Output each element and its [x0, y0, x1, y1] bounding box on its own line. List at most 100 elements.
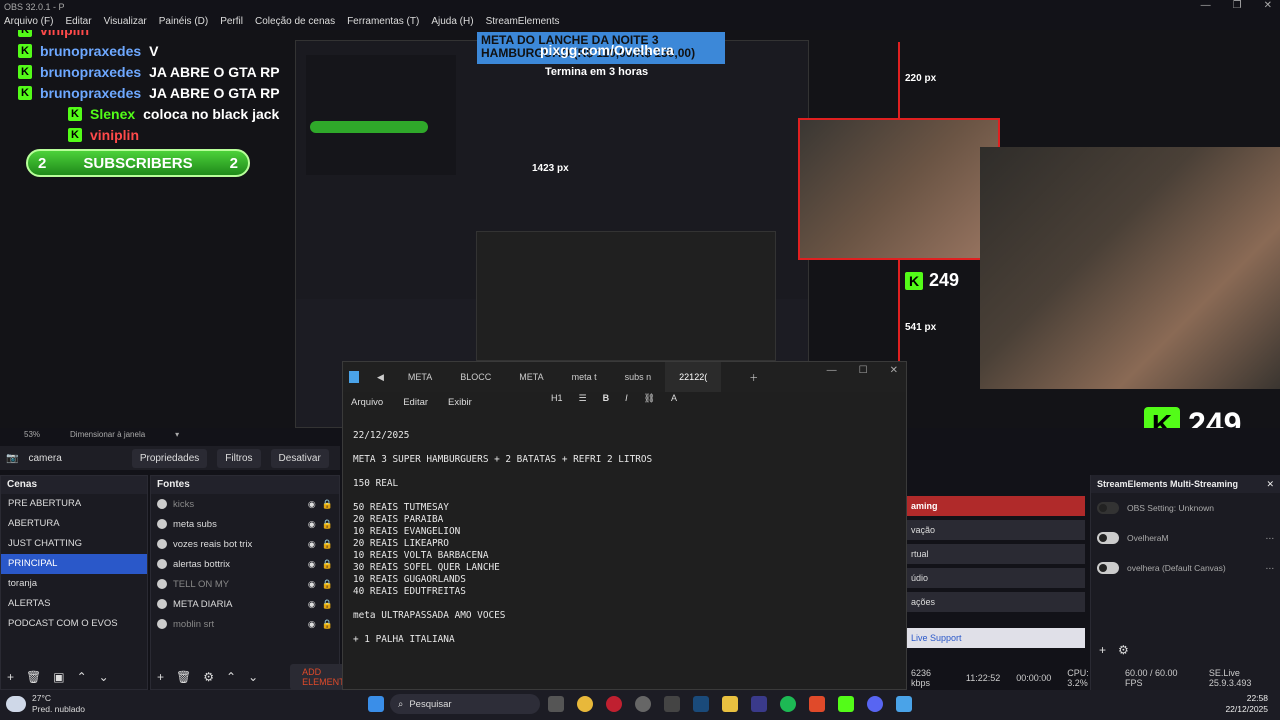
filters-button[interactable]: Filtros: [217, 448, 261, 468]
kick-app-icon[interactable]: [838, 696, 854, 712]
scene-item[interactable]: ABERTURA: [1, 514, 147, 534]
live-support-button[interactable]: Live Support: [905, 628, 1085, 648]
source-item[interactable]: moblin srt ◉ 🔒: [151, 614, 339, 634]
lock-icon[interactable]: 🔒: [322, 619, 333, 630]
visibility-eye-icon[interactable]: ◉: [308, 499, 316, 510]
notepad-tab[interactable]: 22122(: [665, 362, 722, 392]
deactivate-button[interactable]: Desativar: [270, 448, 329, 468]
minimize-icon[interactable]: —: [827, 365, 837, 376]
app-icon[interactable]: [751, 696, 767, 712]
gear-icon[interactable]: ⚙: [203, 670, 214, 684]
source-item[interactable]: TELL ON MY ◉ 🔒: [151, 574, 339, 594]
clear-format-icon[interactable]: A: [671, 393, 677, 404]
lock-icon[interactable]: 🔒: [322, 539, 333, 550]
lock-icon[interactable]: 🔒: [322, 599, 333, 610]
zoom-percent[interactable]: 53%: [24, 430, 40, 442]
source-item[interactable]: alertas bottrix ◉ 🔒: [151, 554, 339, 574]
more-options-icon[interactable]: ⋯: [1266, 563, 1275, 574]
bold-icon[interactable]: B: [603, 393, 610, 404]
folder-icon[interactable]: [722, 696, 738, 712]
destination-toggle[interactable]: [1097, 562, 1119, 574]
chevron-down-icon[interactable]: ▾: [175, 430, 179, 442]
task-view-icon[interactable]: [548, 696, 564, 712]
maximize-icon[interactable]: ☐: [859, 365, 868, 376]
visibility-eye-icon[interactable]: ◉: [308, 619, 316, 630]
visibility-eye-icon[interactable]: ◉: [308, 539, 316, 550]
scene-filter-icon[interactable]: ▣: [53, 670, 64, 684]
steam-icon[interactable]: [693, 696, 709, 712]
taskbar-search[interactable]: ⌕ Pesquisar: [390, 694, 540, 714]
scene-item[interactable]: PRINCIPAL: [1, 554, 147, 574]
discord-icon[interactable]: [867, 696, 883, 712]
move-down-icon[interactable]: ⌄: [99, 670, 109, 684]
control-button[interactable]: údio: [905, 568, 1085, 588]
italic-icon[interactable]: I: [625, 393, 628, 404]
move-down-icon[interactable]: ⌄: [248, 670, 258, 684]
source-item[interactable]: meta subs ◉ 🔒: [151, 514, 339, 534]
scene-item[interactable]: JUST CHATTING: [1, 534, 147, 554]
add-icon[interactable]: +: [1099, 643, 1106, 657]
notepad-tab[interactable]: META: [394, 362, 446, 392]
notepad-menu-item[interactable]: Arquivo: [351, 397, 383, 408]
scene-item[interactable]: toranja: [1, 574, 147, 594]
zoom-mode[interactable]: Dimensionar à janela: [70, 430, 145, 442]
remove-scene-icon[interactable]: 🗑: [26, 670, 41, 684]
lock-icon[interactable]: 🔒: [322, 519, 333, 530]
list-icon[interactable]: ☰: [579, 393, 587, 404]
source-item[interactable]: META DIARIA ◉ 🔒: [151, 594, 339, 614]
clock[interactable]: 22:58 22/12/2025: [1225, 693, 1268, 715]
source-item[interactable]: kicks ◉ 🔒: [151, 494, 339, 514]
notepad-taskbar-icon[interactable]: [896, 696, 912, 712]
lock-icon[interactable]: 🔒: [322, 559, 333, 570]
arrow-app-icon[interactable]: [664, 696, 680, 712]
brave-icon[interactable]: [809, 696, 825, 712]
notepad-menu-item[interactable]: Exibir: [448, 397, 472, 408]
remove-source-icon[interactable]: 🗑: [176, 670, 191, 684]
scene-item[interactable]: PRE ABERTURA: [1, 494, 147, 514]
gear-icon[interactable]: ⚙: [1118, 643, 1129, 657]
heading-select[interactable]: H1: [551, 393, 563, 404]
notepad-content[interactable]: 22/12/2025 META 3 SUPER HAMBURGUERS + 2 B…: [343, 412, 906, 646]
camera-source-selected[interactable]: [798, 118, 1000, 260]
scene-item[interactable]: PODCAST COM O EVOS: [1, 614, 147, 634]
properties-button[interactable]: Propriedades: [131, 448, 208, 468]
visibility-eye-icon[interactable]: ◉: [308, 519, 316, 530]
new-tab-icon[interactable]: ＋: [749, 371, 758, 384]
notepad-tab[interactable]: meta t: [558, 362, 611, 392]
visibility-eye-icon[interactable]: ◉: [308, 579, 316, 590]
more-options-icon[interactable]: ⋯: [1266, 533, 1275, 544]
lock-icon[interactable]: 🔒: [322, 499, 333, 510]
move-up-icon[interactable]: ⌃: [226, 670, 236, 684]
add-source-icon[interactable]: +: [157, 670, 164, 684]
notepad-window[interactable]: ◀ META BLOCC META meta t subs n 22122(＋ — ☐ ✕…: [342, 361, 907, 690]
minimize-icon[interactable]: —: [1201, 0, 1211, 11]
link-icon[interactable]: ⛓: [644, 393, 655, 404]
control-button[interactable]: vação: [905, 520, 1085, 540]
visibility-eye-icon[interactable]: ◉: [308, 599, 316, 610]
spotify-icon[interactable]: [780, 696, 796, 712]
notepad-tab[interactable]: META: [505, 362, 557, 392]
destination-toggle[interactable]: [1097, 532, 1119, 544]
control-button[interactable]: ações: [905, 592, 1085, 612]
weather-widget[interactable]: 27°C Pred. nublado: [6, 693, 85, 715]
close-icon[interactable]: ✕: [1264, 0, 1272, 11]
scene-item[interactable]: ALERTAS: [1, 594, 147, 614]
move-up-icon[interactable]: ⌃: [77, 670, 87, 684]
lock-icon[interactable]: 🔒: [322, 579, 333, 590]
add-scene-icon[interactable]: +: [7, 670, 14, 684]
control-button[interactable]: aming: [905, 496, 1085, 516]
control-button[interactable]: rtual: [905, 544, 1085, 564]
close-icon[interactable]: ✕: [890, 365, 898, 376]
windows-start-icon[interactable]: [368, 696, 384, 712]
chevron-left-icon[interactable]: ◀: [377, 372, 384, 383]
close-icon[interactable]: ✕: [1266, 479, 1274, 489]
notepad-tab[interactable]: subs n: [611, 362, 666, 392]
obs-icon[interactable]: [635, 696, 651, 712]
visibility-eye-icon[interactable]: ◉: [308, 559, 316, 570]
chrome-icon[interactable]: [577, 696, 593, 712]
maximize-icon[interactable]: ❐: [1233, 0, 1242, 11]
destination-toggle[interactable]: [1097, 502, 1119, 514]
notepad-menu-item[interactable]: Editar: [403, 397, 428, 408]
notepad-tab[interactable]: BLOCC: [446, 362, 505, 392]
opera-icon[interactable]: [606, 696, 622, 712]
